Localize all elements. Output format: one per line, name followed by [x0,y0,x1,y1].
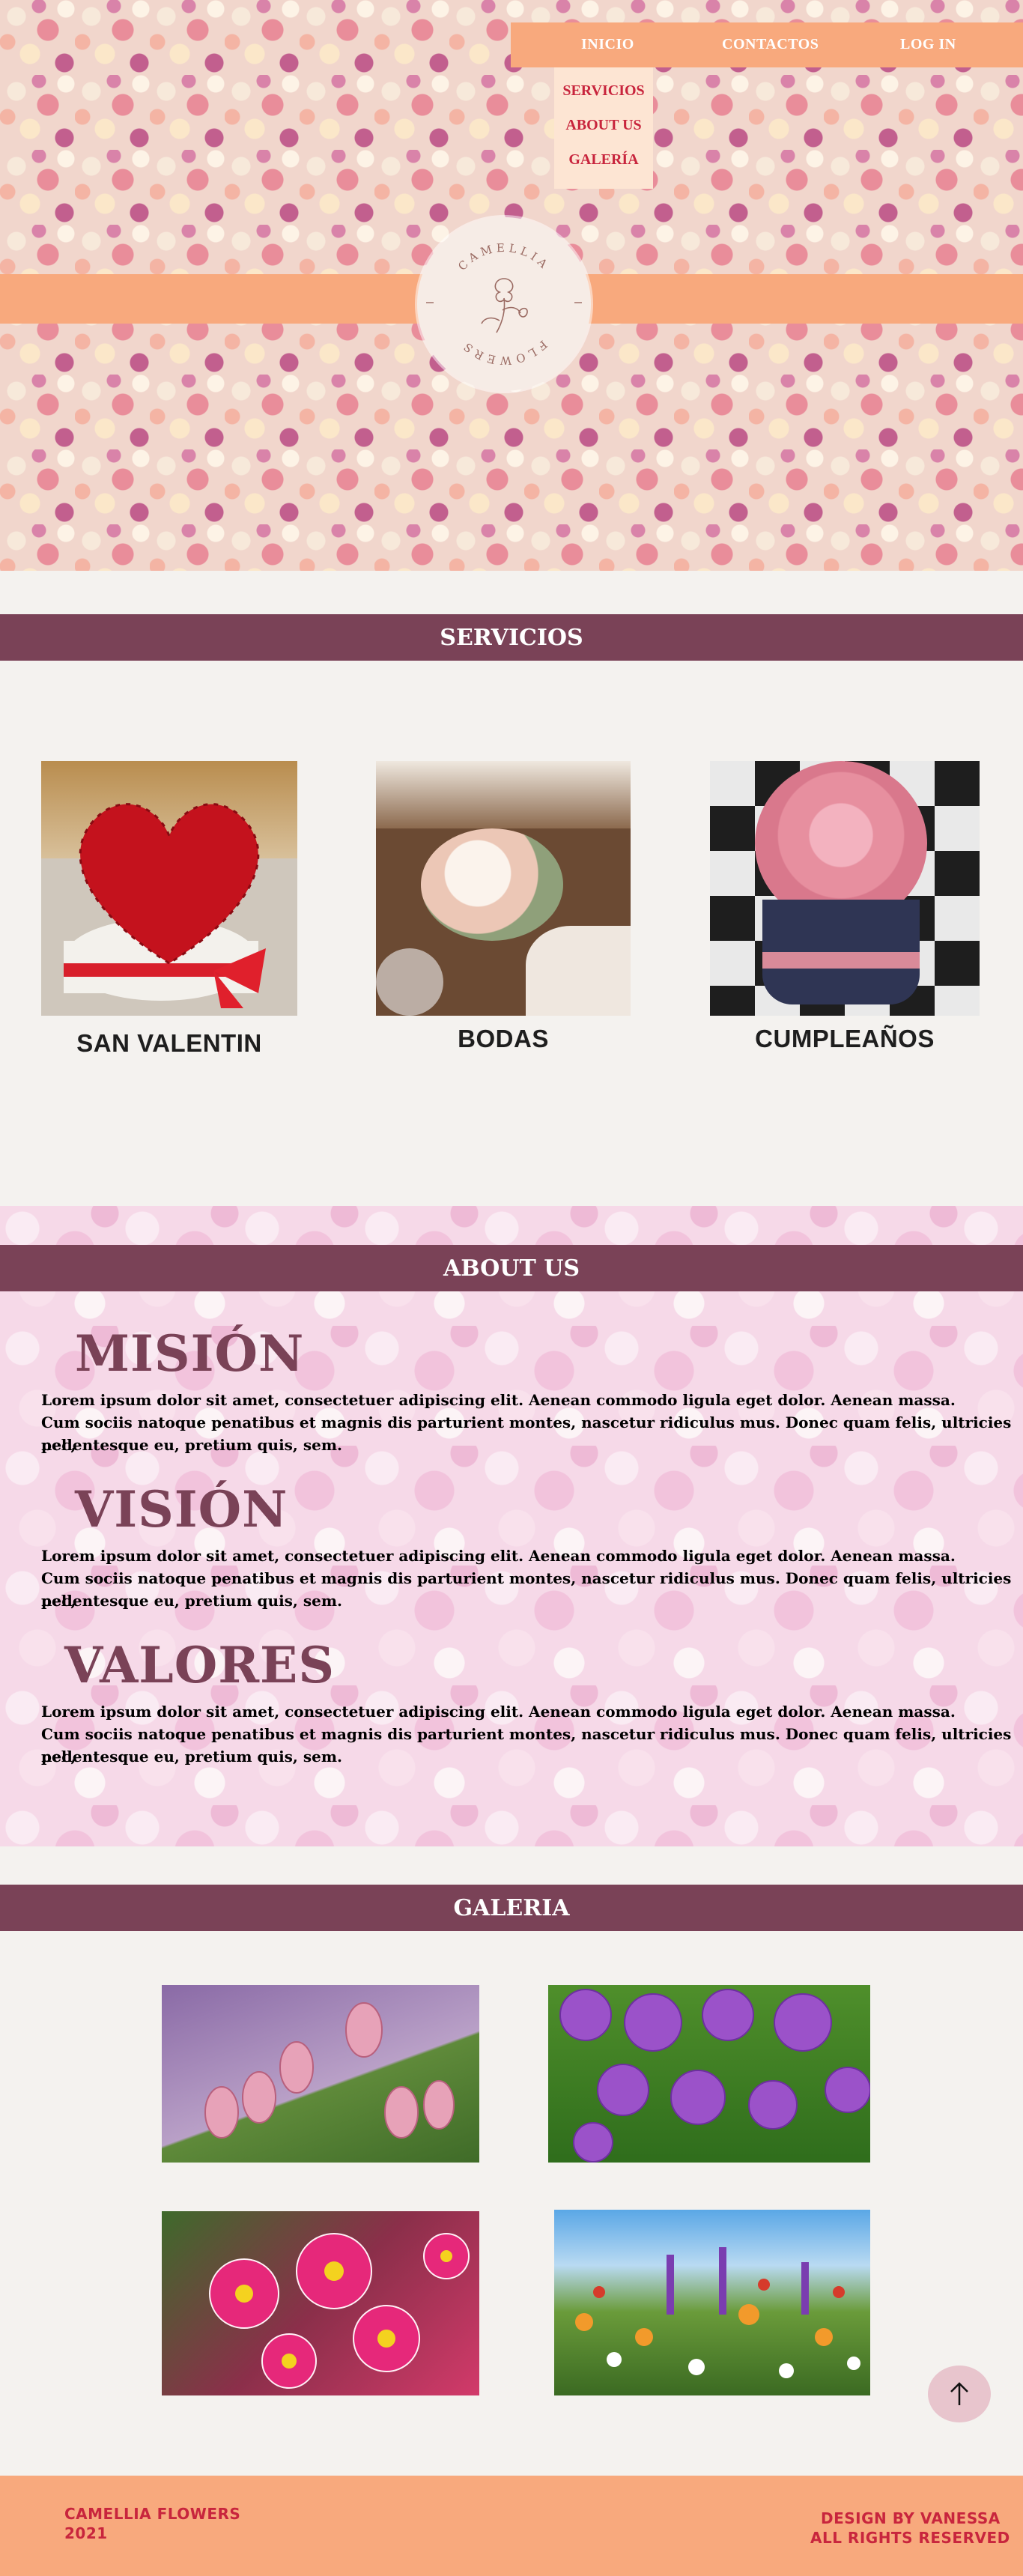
vision-line-1: Lorem ipsum dolor sit amet, consectetuer… [41,1547,956,1565]
site-logo[interactable]: CAMELLIA FLOWERS [417,217,591,391]
service-label-bodas[interactable]: BODAS [376,1025,631,1053]
footer: CAMELLIA FLOWERS 2021 DESIGN BY VANESSA … [0,2476,1023,2576]
svg-text:FLOWERS: FLOWERS [458,338,550,367]
footer-year: 2021 [64,2524,108,2542]
dropdown-item-servicios[interactable]: SERVICIOS [554,79,653,114]
flower-line-icon [481,278,528,333]
service-label-san-valentin[interactable]: SAN VALENTIN [41,1029,297,1058]
service-image-cumpleanos[interactable] [710,761,980,1016]
service-label-cumpleanos[interactable]: CUMPLEAÑOS [710,1025,980,1053]
about-section: ABOUT US MISIÓN Lorem ipsum dolor sit am… [0,1206,1023,1846]
svg-text:CAMELLIA: CAMELLIA [455,241,553,273]
footer-rights: ALL RIGHTS RESERVED [810,2529,1010,2547]
valores-line-3: pellentesque eu, pretium quis, sem. [41,1748,342,1766]
dropdown-item-about[interactable]: ABOUT US [554,114,653,148]
about-title: ABOUT US [443,1255,580,1282]
footer-brand: CAMELLIA FLOWERS [64,2505,241,2523]
nav-dropdown: SERVICIOS ABOUT US GALERÍA [554,67,653,189]
logo-bottom-text: FLOWERS [458,338,546,367]
about-header: ABOUT US [0,1245,1023,1291]
service-image-bodas[interactable] [376,761,631,1016]
gallery-image-wildflowers[interactable] [554,2210,870,2395]
back-to-top-button[interactable] [928,2366,991,2422]
service-image-san-valentin[interactable] [41,761,297,1016]
mision-line-3: pellentesque eu, pretium quis, sem. [41,1436,342,1454]
vision-heading: VISIÓN [75,1480,288,1539]
gallery-image-alliums[interactable] [548,1985,870,2163]
servicios-header: SERVICIOS [0,614,1023,661]
mision-line-1: Lorem ipsum dolor sit amet, consectetuer… [41,1391,956,1409]
galeria-header: GALERIA [0,1885,1023,1931]
arrow-up-icon [950,2382,968,2405]
dropdown-item-galeria[interactable]: GALERÍA [554,148,653,183]
nav-inicio[interactable]: INICIO [581,36,634,53]
mision-heading: MISIÓN [75,1324,305,1383]
nav-contactos[interactable]: CONTACTOS [722,36,819,53]
galeria-title: GALERIA [453,1894,570,1921]
logo-top-text: CAMELLIA [455,241,549,273]
footer-design-credit: DESIGN BY VANESSA [821,2509,1001,2527]
valores-heading: VALORES [64,1636,336,1694]
nav-login[interactable]: LOG IN [900,36,956,53]
servicios-title: SERVICIOS [440,624,583,651]
valores-line-1: Lorem ipsum dolor sit amet, consectetuer… [41,1703,956,1721]
gallery-image-tulips[interactable] [162,1985,479,2163]
vision-line-3: pellentesque eu, pretium quis, sem. [41,1592,342,1610]
hero-banner: INICIO CONTACTOS LOG IN SERVICIOS ABOUT … [0,0,1023,571]
gallery-image-daisies[interactable] [162,2211,479,2395]
top-nav: INICIO CONTACTOS LOG IN [511,22,1023,67]
